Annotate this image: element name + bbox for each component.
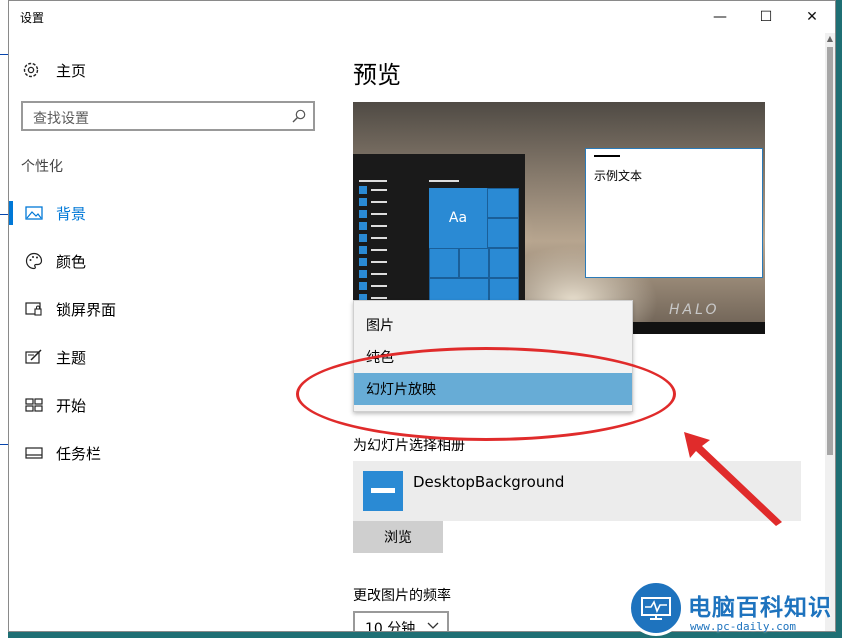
home-link[interactable]: 主页: [21, 58, 86, 82]
background-type-dropdown[interactable]: 图片 纯色 幻灯片放映: [353, 300, 633, 412]
desktop-link: [0, 430, 8, 445]
browse-button[interactable]: 浏览: [353, 521, 443, 553]
section-title: 个性化: [21, 159, 63, 175]
album-label: 为幻灯片选择相册: [353, 438, 465, 454]
search-input[interactable]: 查找设置: [21, 101, 315, 131]
sidebar-item-themes[interactable]: 主题: [9, 343, 329, 371]
watermark-name: 电脑百科知识: [688, 595, 832, 621]
album-item[interactable]: DesktopBackground: [353, 461, 801, 521]
frequency-label: 更改图片的频率: [353, 588, 451, 604]
dropdown-option-picture[interactable]: 图片: [354, 309, 632, 341]
watermark-logo-icon: [628, 580, 684, 636]
search-icon[interactable]: [291, 108, 307, 124]
desktop-link: [0, 40, 8, 55]
settings-window: 设置 — ☐ ✕ 主页 查找设置 个性化 背景 颜色 锁屏界面 主题 开始 任务…: [8, 0, 836, 632]
sidebar-item-taskbar[interactable]: 任务栏: [9, 439, 329, 467]
scrollbar[interactable]: ▲: [825, 33, 835, 631]
frequency-select[interactable]: 10 分钟: [353, 611, 449, 632]
active-indicator: [9, 201, 13, 225]
folder-icon: [363, 471, 403, 511]
preview-tiles: Aa: [429, 188, 519, 302]
album-name: DesktopBackground: [413, 473, 565, 491]
sidebar-item-lock-screen[interactable]: 锁屏界面: [9, 295, 329, 323]
sidebar-item-label: 任务栏: [56, 444, 102, 463]
frequency-value: 10 分钟: [365, 621, 416, 632]
dropdown-option-slideshow[interactable]: 幻灯片放映: [354, 373, 632, 405]
sidebar-item-label: 开始: [56, 396, 87, 415]
chevron-down-icon: [427, 619, 439, 631]
preview-tile-text: Aa: [448, 210, 468, 226]
taskbar-icon: [24, 443, 44, 463]
sidebar-item-background[interactable]: 背景: [9, 199, 329, 227]
sidebar-item-label: 锁屏界面: [56, 300, 117, 319]
scroll-up-icon[interactable]: ▲: [825, 35, 835, 43]
sidebar-item-label: 颜色: [56, 252, 87, 271]
watermark-url: www.pc-daily.com: [690, 620, 796, 633]
page-title: 预览: [353, 61, 401, 89]
image-icon: [24, 203, 44, 223]
sidebar-item-colors[interactable]: 颜色: [9, 247, 329, 275]
desktop-edge: [0, 0, 8, 638]
theme-icon: [24, 347, 44, 367]
sidebar-item-label: 主题: [56, 348, 87, 367]
preview-sample-text: 示例文本: [594, 169, 643, 183]
gear-icon: [21, 60, 41, 80]
lock-screen-icon: [24, 299, 44, 319]
window-title: 设置: [20, 11, 45, 25]
minimize-button[interactable]: —: [697, 1, 743, 33]
title-bar: 设置 — ☐ ✕: [9, 1, 835, 33]
palette-icon: [24, 251, 44, 271]
wallpaper-logo: HALO: [669, 302, 720, 318]
start-icon: [24, 395, 44, 415]
sidebar-item-label: 背景: [56, 204, 87, 223]
sidebar-item-start[interactable]: 开始: [9, 391, 329, 419]
desktop-link: [0, 200, 8, 215]
search-placeholder: 查找设置: [33, 111, 89, 127]
scrollbar-thumb[interactable]: [827, 47, 833, 455]
close-button[interactable]: ✕: [789, 1, 835, 33]
dropdown-option-solid-color[interactable]: 纯色: [354, 341, 632, 373]
maximize-button[interactable]: ☐: [743, 1, 789, 33]
preview-sample-window: 示例文本: [585, 148, 763, 278]
watermark: 电脑百科知识 www.pc-daily.com: [628, 580, 842, 638]
home-label: 主页: [56, 61, 87, 80]
